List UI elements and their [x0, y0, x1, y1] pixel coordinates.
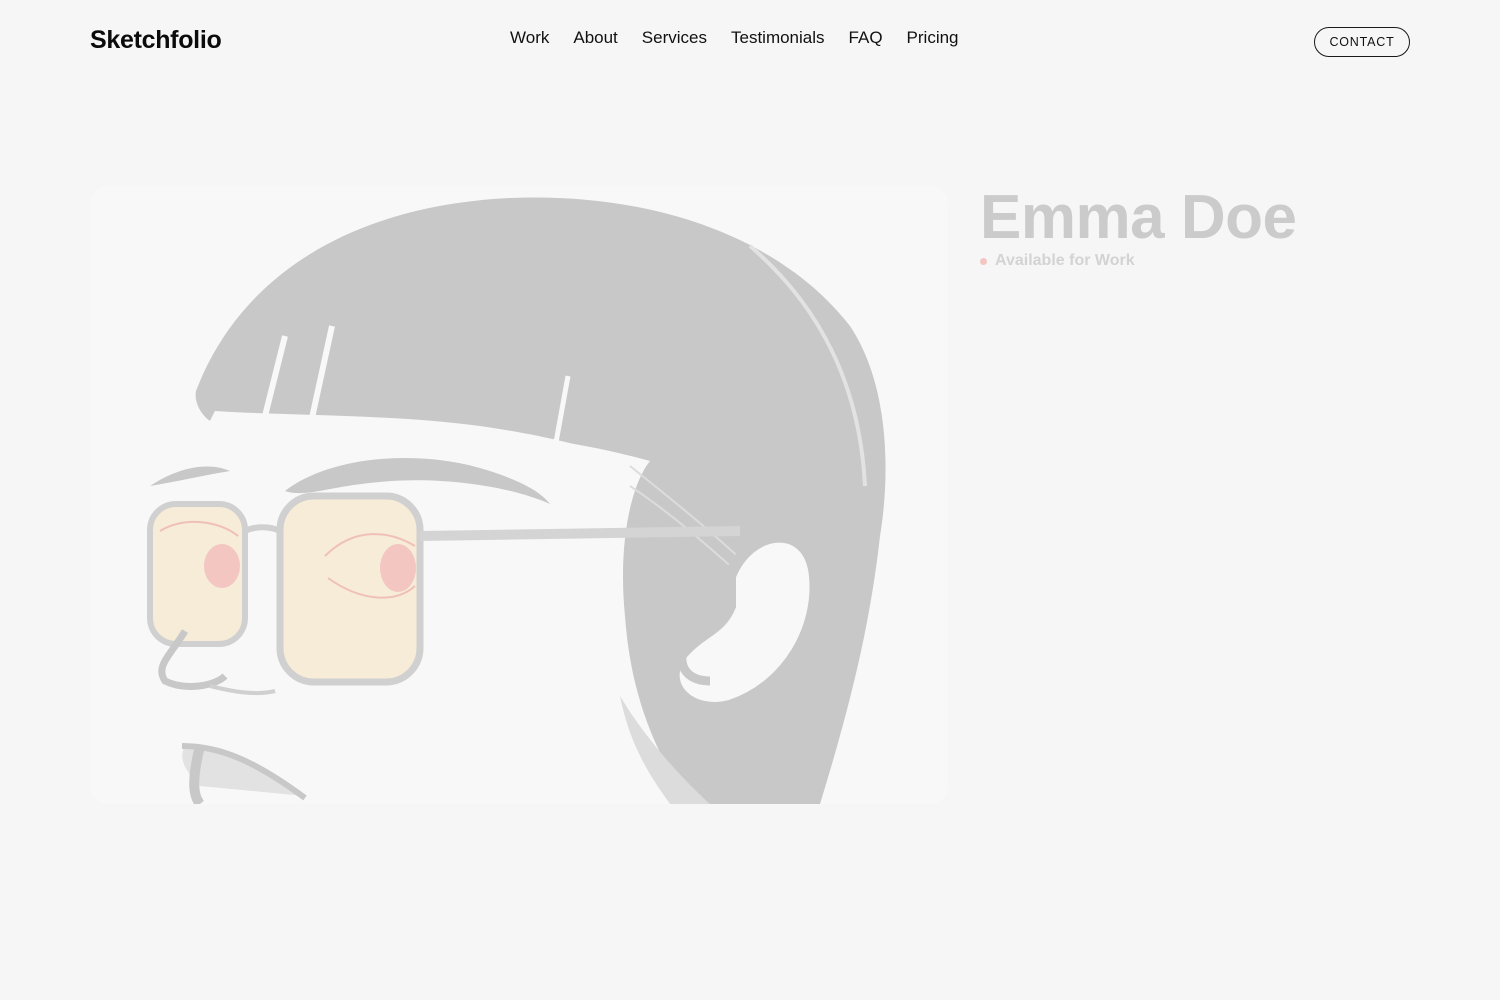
status-dot-icon: [980, 257, 987, 265]
jaw-line: [189, 744, 205, 804]
nav-item-about: About: [573, 28, 617, 48]
nav-item-pricing: Pricing: [907, 28, 959, 48]
nav-item-testimonials: Testimonials: [731, 28, 825, 48]
hero-name: Emma Doe: [980, 183, 1297, 252]
page: Sketchfolio Work About Services Testimon…: [0, 0, 1500, 1000]
nav-item-work: Work: [510, 28, 549, 48]
nav-link-work[interactable]: Work: [510, 28, 549, 47]
portrait-illustration: [90, 186, 948, 804]
main-nav: Work About Services Testimonials FAQ Pri…: [510, 28, 959, 48]
nav-link-faq[interactable]: FAQ: [849, 28, 883, 47]
nav-item-faq: FAQ: [849, 28, 883, 48]
iris-right: [380, 544, 416, 592]
availability-status: Available for Work: [980, 252, 1135, 270]
iris-left: [204, 544, 240, 588]
hero-portrait-card: [90, 186, 948, 804]
status-text: Available for Work: [995, 252, 1135, 269]
nav-link-pricing[interactable]: Pricing: [907, 28, 959, 47]
nav-item-services: Services: [642, 28, 707, 48]
contact-button[interactable]: CONTACT: [1314, 27, 1410, 57]
nav-link-about[interactable]: About: [573, 28, 617, 47]
site-logo[interactable]: Sketchfolio: [90, 26, 222, 55]
nav-link-testimonials[interactable]: Testimonials: [731, 28, 825, 47]
nav-link-services[interactable]: Services: [642, 28, 707, 47]
glasses-temple: [419, 526, 741, 541]
